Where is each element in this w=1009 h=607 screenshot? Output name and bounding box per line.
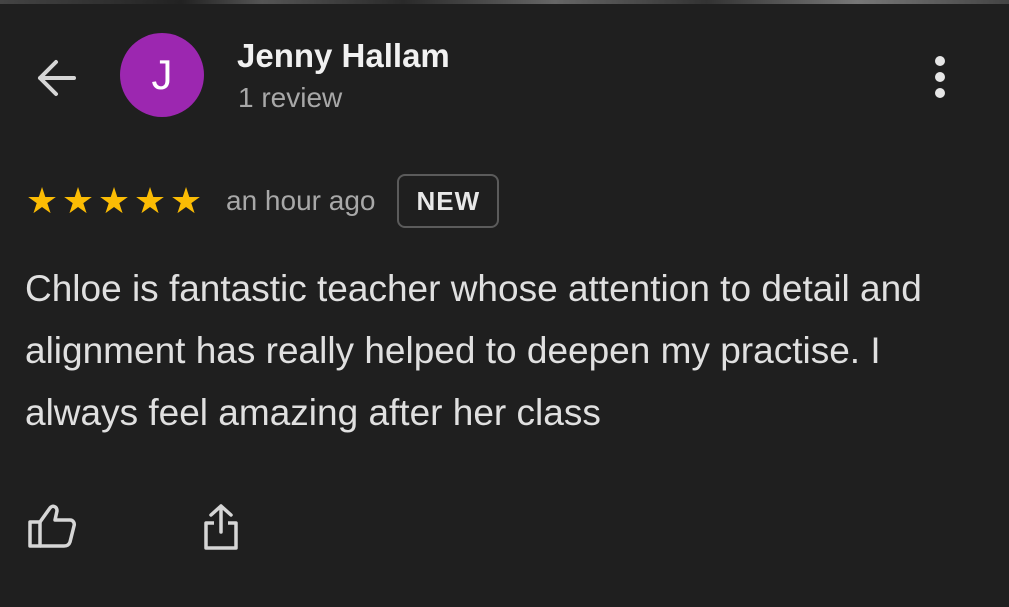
reviewer-name[interactable]: Jenny Hallam [237, 37, 450, 75]
more-dot [935, 72, 945, 82]
review-count: 1 review [238, 82, 343, 113]
more-options-button[interactable] [918, 50, 962, 104]
back-button[interactable] [30, 54, 82, 102]
star-icon: ★ [61, 180, 95, 221]
review-timestamp: an hour ago [226, 185, 376, 216]
star-icon: ★ [25, 180, 59, 221]
star-icon: ★ [169, 180, 203, 221]
thumbs-up-icon [28, 504, 76, 548]
top-image-strip [0, 0, 1009, 4]
review-text: Chloe is fantastic teacher whose attenti… [25, 268, 922, 433]
share-icon [204, 504, 238, 550]
new-badge: NEW [397, 174, 500, 228]
avatar-initial: J [151, 51, 173, 98]
more-vertical-icon [935, 56, 945, 98]
star-icon: ★ [97, 180, 131, 221]
arrow-left-icon [38, 60, 76, 96]
like-button[interactable] [24, 500, 80, 552]
star-icon: ★ [133, 180, 167, 221]
star-rating: ★ ★ ★ ★ ★ [24, 183, 204, 219]
more-dot [935, 88, 945, 98]
avatar[interactable]: J [120, 33, 204, 117]
share-button[interactable] [195, 500, 247, 554]
review-screen: J Jenny Hallam 1 review ★ ★ ★ ★ ★ an hou… [0, 0, 1009, 607]
rating-row: ★ ★ ★ ★ ★ an hour ago NEW [24, 172, 500, 230]
more-dot [935, 56, 945, 66]
